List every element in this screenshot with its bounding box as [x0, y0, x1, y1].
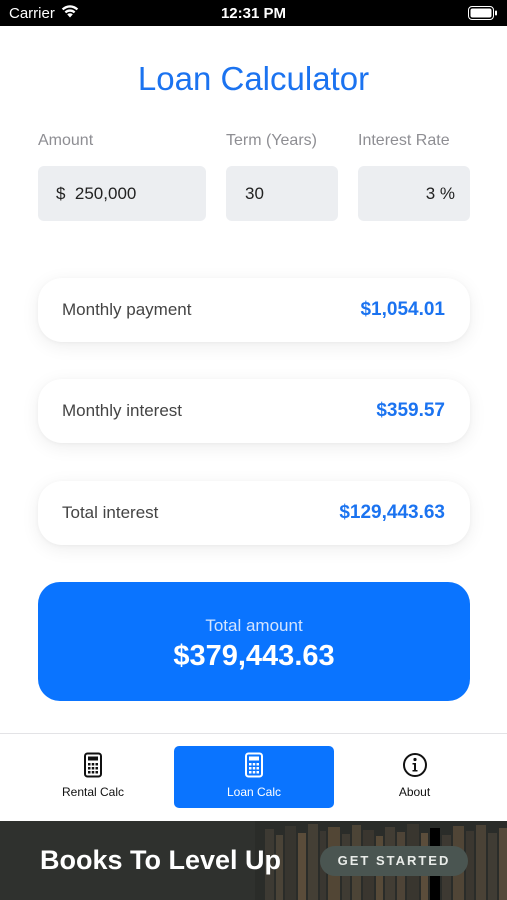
monthly-payment-label: Monthly payment	[62, 300, 192, 319]
battery-icon	[468, 6, 498, 24]
tab-loan-calc[interactable]: Loan Calc	[174, 746, 334, 808]
page-title: Loan Calculator	[137, 60, 370, 97]
interest-rate-label: Interest Rate	[358, 132, 450, 149]
calculator-icon	[241, 752, 267, 778]
monthly-interest-card: Monthly interest $359.57	[38, 379, 470, 443]
total-amount-card: Total amount $379,443.63	[38, 582, 470, 701]
monthly-payment-value: $1,054.01	[360, 299, 445, 320]
tab-rental-calc-label: Rental Calc	[61, 785, 125, 799]
status-time: 12:31 PM	[220, 5, 287, 22]
ad-headline: Books To Level Up	[40, 845, 282, 875]
total-interest-label: Total interest	[62, 503, 159, 522]
monthly-interest-label: Monthly interest	[62, 401, 182, 420]
info-icon	[402, 752, 428, 778]
term-label: Term (Years)	[226, 132, 317, 149]
get-started-button[interactable]: GET STARTED	[320, 846, 468, 876]
status-bar: Carrier 12:31 PM	[0, 0, 507, 26]
total-interest-card: Total interest $129,443.63	[38, 481, 470, 545]
calculator-icon	[80, 752, 106, 778]
total-amount-value: $379,443.63	[173, 640, 335, 672]
total-amount-label: Total amount	[205, 616, 303, 635]
amount-field[interactable]: $ 250,000	[38, 166, 206, 221]
monthly-interest-value: $359.57	[376, 400, 445, 421]
ad-banner[interactable]: Books To Level Up GET STARTED	[0, 821, 507, 900]
tab-about-label: About	[398, 785, 431, 799]
monthly-payment-card: Monthly payment $1,054.01	[38, 278, 470, 342]
tab-bar: Rental Calc Loan Calc About	[0, 733, 507, 822]
amount-label: Amount	[38, 132, 94, 149]
interest-rate-field[interactable]: 3 %	[358, 166, 470, 221]
tab-rental-calc[interactable]: Rental Calc	[12, 746, 174, 808]
total-interest-value: $129,443.63	[339, 502, 445, 523]
tab-about[interactable]: About	[334, 746, 495, 808]
tab-loan-calc-label: Loan Calc	[226, 785, 282, 799]
term-field[interactable]: 30	[226, 166, 338, 221]
